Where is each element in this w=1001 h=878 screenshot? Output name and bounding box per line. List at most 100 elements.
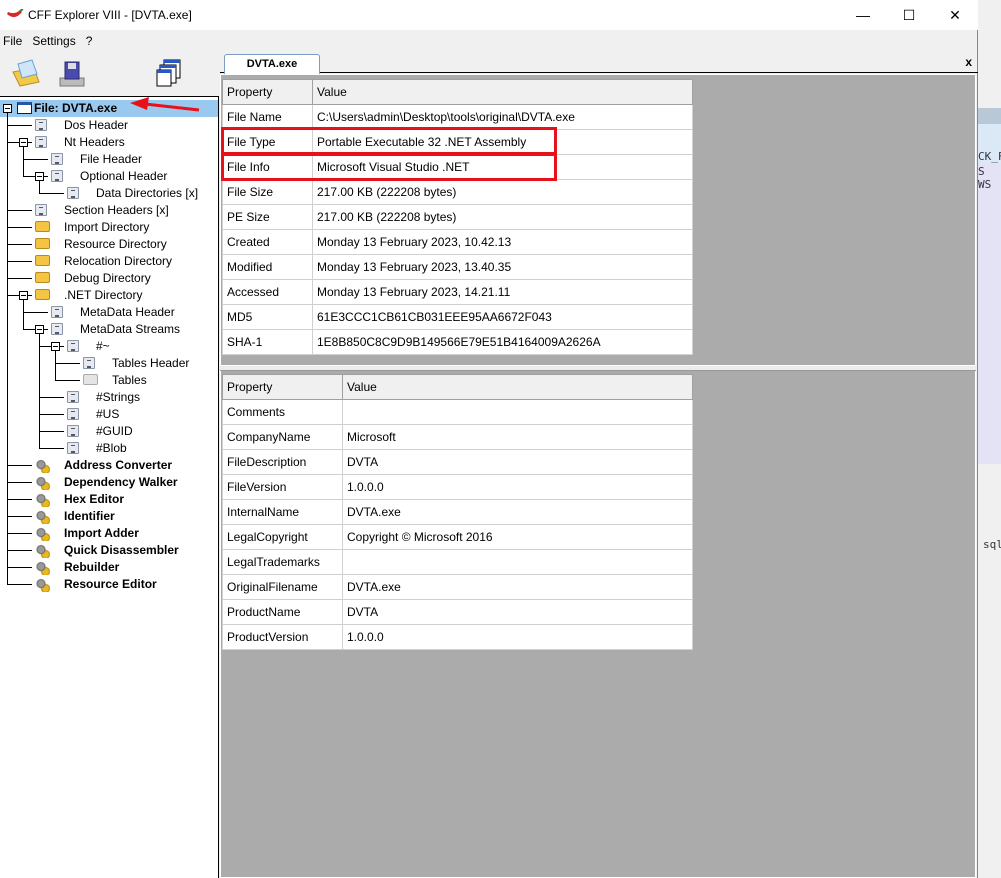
table-row[interactable]: InternalName DVTA.exe [222,499,693,525]
tree-connector [39,414,64,415]
table-row[interactable]: ProductVersion 1.0.0.0 [222,624,693,650]
collapse-toggle-icon[interactable] [51,342,60,351]
collapse-toggle-icon[interactable] [35,172,44,181]
collapse-toggle-icon[interactable] [19,138,28,147]
tree-item[interactable]: Optional Header [64,168,167,185]
table-row[interactable]: File Size 217.00 KB (222208 bytes) [222,179,693,205]
tree-item[interactable]: Resource Directory [48,236,167,253]
table-row[interactable]: LegalCopyright Copyright © Microsoft 2016 [222,524,693,550]
table-row[interactable]: Comments [222,399,693,425]
table-row[interactable]: MD5 61E3CCC1CB61CB031EEE95AA6672F043 [222,304,693,330]
tree-item[interactable]: Import Adder [48,525,139,542]
collapse-toggle-icon[interactable] [19,291,28,300]
collapse-toggle-icon[interactable] [3,104,12,113]
doc-icon [51,323,63,335]
background-window: CK_F S WS sql [978,0,1001,878]
table-row[interactable]: Accessed Monday 13 February 2023, 14.21.1… [222,279,693,305]
tree-item[interactable]: Relocation Directory [48,253,172,270]
tree-item[interactable]: #US [80,406,119,423]
tree-item[interactable]: #Strings [80,389,140,406]
gear-icon [35,476,50,490]
tree-connector [23,312,48,313]
tree-item[interactable]: Hex Editor [48,491,124,508]
minimize-button[interactable]: — [840,0,886,30]
tree-item[interactable]: Address Converter [48,457,172,474]
tree-item[interactable]: File Header [64,151,142,168]
table-header-row[interactable]: Property Value [222,79,693,105]
tree-item[interactable]: Section Headers [x] [48,202,169,219]
tree-item[interactable]: Data Directories [x] [80,185,198,202]
table-row[interactable]: File Name C:\Users\admin\Desktop\tools\or… [222,104,693,130]
tree-item[interactable]: Tables [96,372,147,389]
gear-icon [35,510,50,524]
tree-item[interactable]: MetaData Header [64,304,175,321]
property-cell: MD5 [222,304,313,330]
tree-item[interactable]: Rebuilder [48,559,119,576]
menu-settings[interactable]: Settings [29,30,78,48]
maximize-button[interactable]: ☐ [886,0,932,30]
property-cell: LegalCopyright [222,524,343,550]
tree-item-label: Import Adder [64,526,139,540]
property-cell: Comments [222,399,343,425]
tree-item[interactable]: Dependency Walker [48,474,178,491]
doc-icon [83,357,95,369]
table-row[interactable]: FileVersion 1.0.0.0 [222,474,693,500]
table-row[interactable]: FileDescription DVTA [222,449,693,475]
table-row[interactable]: OriginalFilename DVTA.exe [222,574,693,600]
property-cell: PE Size [222,204,313,230]
tree-connector [7,482,32,483]
tab-dvta-exe[interactable]: DVTA.exe [224,54,320,74]
table-row[interactable]: CompanyName Microsoft [222,424,693,450]
value-cell: Monday 13 February 2023, 10.42.13 [312,229,693,255]
tree-view[interactable]: File: DVTA.exe Dos Header Nt Headers File H… [0,96,219,878]
doc-icon [35,119,47,131]
gear-icon [35,578,50,592]
table-header-row[interactable]: Property Value [222,374,693,400]
open-folder-icon[interactable] [10,58,42,90]
doc-icon [67,425,79,437]
table-row[interactable]: Created Monday 13 February 2023, 10.42.13 [222,229,693,255]
tree-item[interactable]: Identifier [48,508,115,525]
close-tab-button[interactable]: x [965,55,972,69]
table-row[interactable]: SHA-1 1E8B850C8C9D9B149566E79E51B4164009A… [222,329,693,355]
tree-item-label: Rebuilder [64,560,120,574]
tree-connector [23,159,48,160]
red-arrow-annotation [130,97,200,112]
table-row[interactable]: LegalTrademarks [222,549,693,575]
value-cell: 217.00 KB (222208 bytes) [312,204,693,230]
windows-icon[interactable] [155,58,187,90]
tree-item[interactable]: Nt Headers [48,134,125,151]
menu-file[interactable]: File [0,30,25,48]
property-cell: ProductName [222,599,343,625]
table-row[interactable]: ProductName DVTA [222,599,693,625]
close-button[interactable]: ✕ [932,0,978,30]
tree-item-label: Hex Editor [64,492,125,506]
save-disk-icon[interactable] [56,58,88,90]
value-cell: DVTA [342,599,693,625]
collapse-toggle-icon[interactable] [35,325,44,334]
tree-item[interactable]: #Blob [80,440,127,457]
tree-item[interactable]: .NET Directory [48,287,142,304]
folder-icon [35,289,50,300]
table-row[interactable]: Modified Monday 13 February 2023, 13.40.3… [222,254,693,280]
tree-item-label: Dos Header [64,118,129,132]
splitter[interactable] [220,365,976,371]
tree-item-label: Resource Editor [64,577,157,591]
tree-item[interactable]: Quick Disassembler [48,542,179,559]
tree-item[interactable]: Tables Header [96,355,189,372]
tree-item[interactable]: Import Directory [48,219,149,236]
tree-item[interactable]: Debug Directory [48,270,151,287]
doc-icon [67,442,79,454]
table-row[interactable]: PE Size 217.00 KB (222208 bytes) [222,204,693,230]
property-cell: Property [222,79,313,105]
tree-item[interactable]: Dos Header [48,117,128,134]
tree-item-label: Debug Directory [64,271,151,285]
tree-item[interactable]: Resource Editor [48,576,157,593]
tree-item[interactable]: MetaData Streams [64,321,180,338]
menu-help[interactable]: ? [83,30,96,48]
tree-connector [39,431,64,432]
tree-item-label: File: DVTA.exe [34,101,118,115]
property-cell: Modified [222,254,313,280]
tree-item[interactable]: #~ [80,338,110,355]
tree-item[interactable]: #GUID [80,423,133,440]
